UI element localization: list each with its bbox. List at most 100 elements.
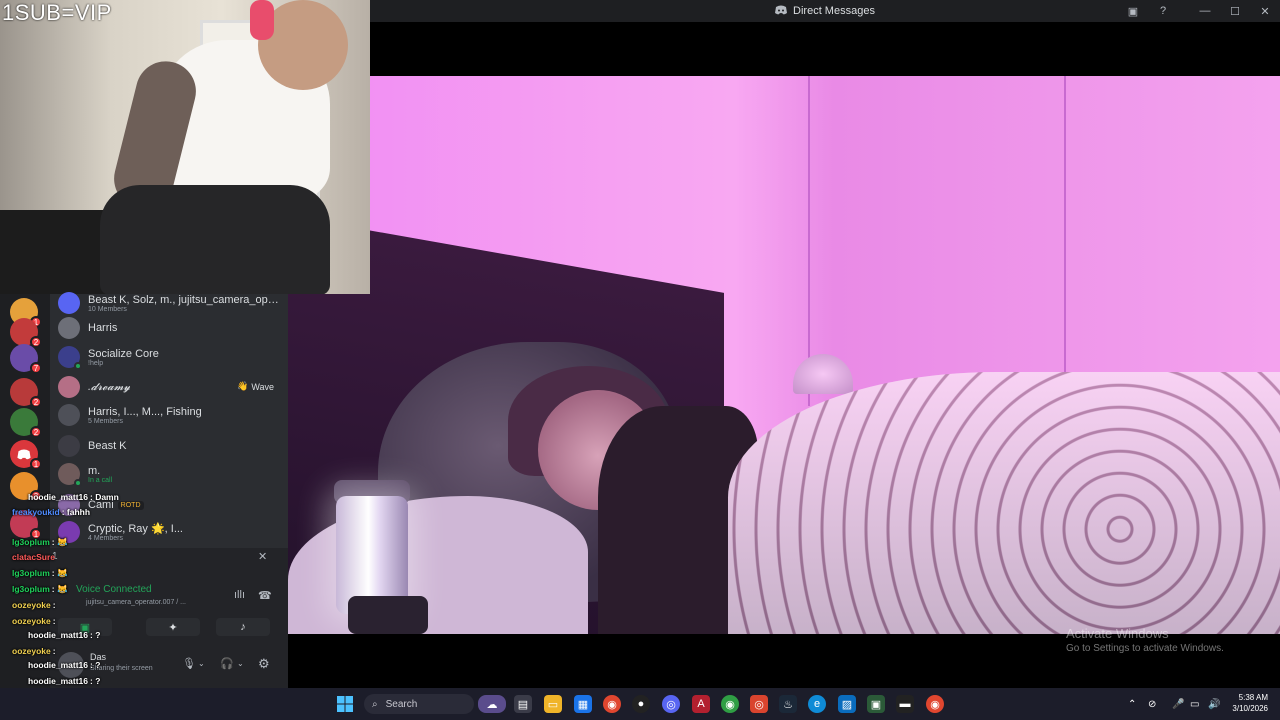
chrome-profile-icon[interactable]: ◉ (721, 695, 739, 713)
inbox-icon[interactable]: ▣ (1118, 0, 1148, 22)
taskbar-search[interactable]: ⌕ Search (364, 694, 474, 714)
widgets-icon[interactable]: ☁ (478, 695, 506, 713)
app-icon[interactable]: ◎ (750, 695, 768, 713)
gear-icon[interactable]: ⚙ (258, 656, 270, 672)
search-icon: ⌕ (372, 698, 378, 710)
help-icon[interactable]: ? (1148, 0, 1178, 22)
avatar (58, 435, 80, 457)
obs-icon[interactable]: ● (632, 695, 650, 713)
tray-chevron-icon[interactable]: ⌃ (1128, 688, 1136, 720)
microphone-icon[interactable]: 🎙 (182, 657, 196, 670)
chat-text: : (52, 616, 56, 626)
display-icon[interactable]: ▭ (1190, 688, 1199, 720)
close-button[interactable]: ✕ (1250, 0, 1280, 22)
clock-time: 5:38 AM (1238, 693, 1268, 702)
chat-message: hoodie_matt16: ? (28, 660, 100, 670)
chat-username[interactable]: hoodie_matt16 (28, 660, 88, 670)
dm-item-group[interactable]: Harris, I..., M..., Fishing 5 Members (58, 404, 284, 426)
network-off-icon[interactable]: ⊘ (1148, 688, 1156, 720)
chat-message: clatacSure (12, 552, 57, 562)
terminal-icon[interactable]: ▬ (896, 695, 914, 713)
windows-start-icon[interactable] (336, 695, 354, 713)
chat-message: oozeyoke: (12, 600, 56, 610)
stream-chat-overlay: hoodie_matt16: Damn freakyoukid: fahhh lg3… (0, 490, 160, 700)
chrome-icon[interactable]: ◉ (926, 695, 944, 713)
watermark-line1: Activate Windows (1066, 626, 1169, 641)
chat-message: hoodie_matt16: ? (28, 630, 100, 640)
webcam-overlay: 1SUB=VIP (0, 0, 370, 294)
dm-name: Socialize Core (88, 347, 159, 360)
screen-share-video[interactable] (288, 76, 1280, 634)
wave-button[interactable]: 👋 Wave (237, 381, 274, 392)
headset-image (250, 0, 274, 40)
chat-username[interactable]: freakyoukid (12, 507, 60, 517)
discord-home-icon[interactable]: 1 (10, 440, 42, 470)
chat-username[interactable]: clatacSure (12, 552, 55, 562)
taskbar-clock[interactable]: 5:38 AM 3/10/2026 (1230, 692, 1268, 714)
chat-username[interactable]: lg3oplum (12, 537, 50, 547)
edge-icon[interactable]: e (808, 695, 826, 713)
photos-icon[interactable]: ▨ (838, 695, 856, 713)
chat-text: : 😹 (51, 584, 68, 594)
app-icon-a[interactable]: A (692, 695, 710, 713)
chat-username[interactable]: oozeyoke (12, 616, 51, 626)
steam-icon[interactable]: ♨ (779, 695, 797, 713)
wave-label: Wave (251, 381, 274, 392)
chat-username[interactable]: hoodie_matt16 (28, 676, 88, 686)
window-titlebar: Direct Messages ▣ ? — ☐ ✕ (370, 0, 1280, 22)
chat-message: oozeyoke: (12, 616, 56, 626)
stream-header-area (370, 22, 1280, 76)
store-icon[interactable]: ▦ (574, 695, 592, 713)
chat-text: : 😹 (51, 537, 68, 547)
webcam-overlay-text: 1SUB=VIP (2, 0, 112, 25)
chat-username[interactable]: hoodie_matt16 (28, 492, 88, 502)
search-label: Search (385, 698, 418, 710)
dm-item[interactable]: Socialize Core !help (58, 346, 284, 370)
chat-username[interactable]: lg3oplum (12, 568, 50, 578)
chevron-down-icon[interactable]: ⌄ (198, 659, 205, 668)
chat-username[interactable]: oozeyoke (12, 646, 51, 656)
headphones-icon[interactable]: 🎧 (220, 657, 234, 670)
maximize-button[interactable]: ☐ (1220, 0, 1250, 22)
noise-suppression-icon[interactable]: ıllı (234, 589, 245, 601)
chat-message: oozeyoke: (12, 646, 56, 656)
close-icon[interactable]: ✕ (258, 550, 267, 563)
app-icon[interactable]: ▣ (867, 695, 885, 713)
chat-text: : fahhh (61, 507, 91, 517)
chat-username[interactable]: lg3oplum (12, 584, 50, 594)
soundboard-button[interactable]: ♪ (216, 618, 270, 636)
server-icon[interactable]: 2 (10, 408, 42, 438)
server-badge: 2 (30, 426, 42, 438)
discord-taskbar-icon[interactable]: ◎ (662, 695, 680, 713)
dm-subtitle: 5 Members (88, 417, 124, 425)
server-icon[interactable]: 7 (10, 344, 42, 374)
volume-icon[interactable]: 🔊 (1208, 688, 1220, 720)
group-avatar (58, 292, 80, 314)
server-badge: 2 (30, 396, 42, 408)
chrome-icon[interactable]: ◉ (603, 695, 621, 713)
clock-date: 3/10/2026 (1232, 704, 1268, 713)
server-icon[interactable]: 2 (10, 318, 42, 348)
chat-username[interactable]: hoodie_matt16 (28, 630, 88, 640)
chat-message: freakyoukid: fahhh (12, 507, 90, 517)
dm-item[interactable]: Harris (58, 317, 284, 339)
chat-text: : (52, 600, 56, 610)
avatar (58, 463, 82, 487)
wave-hand-icon: 👋 (237, 381, 249, 391)
dm-item[interactable]: m. In a call (58, 463, 284, 487)
microphone-tray-icon[interactable]: 🎤 (1172, 688, 1184, 720)
chat-username[interactable]: oozeyoke (12, 600, 51, 610)
dm-item[interactable]: Beast K (58, 435, 284, 457)
file-explorer-icon[interactable]: ▭ (544, 695, 562, 713)
dm-name: Harris, I..., M..., Fishing (88, 405, 202, 418)
chat-message: lg3oplum: 😹 (12, 537, 68, 548)
chevron-down-icon[interactable]: ⌄ (237, 659, 244, 668)
dm-item-group[interactable]: Beast K, Solz, m., jujitsu_camera_opera.… (58, 292, 284, 314)
dm-name: Harris (88, 322, 118, 334)
disconnect-icon[interactable]: ☎ (258, 589, 272, 602)
dm-subtitle: !help (88, 359, 104, 367)
minimize-button[interactable]: — (1190, 0, 1220, 22)
task-view-icon[interactable]: ▤ (514, 695, 532, 713)
dm-subtitle: 10 Members (88, 305, 127, 313)
server-icon[interactable]: 2 (10, 378, 42, 408)
